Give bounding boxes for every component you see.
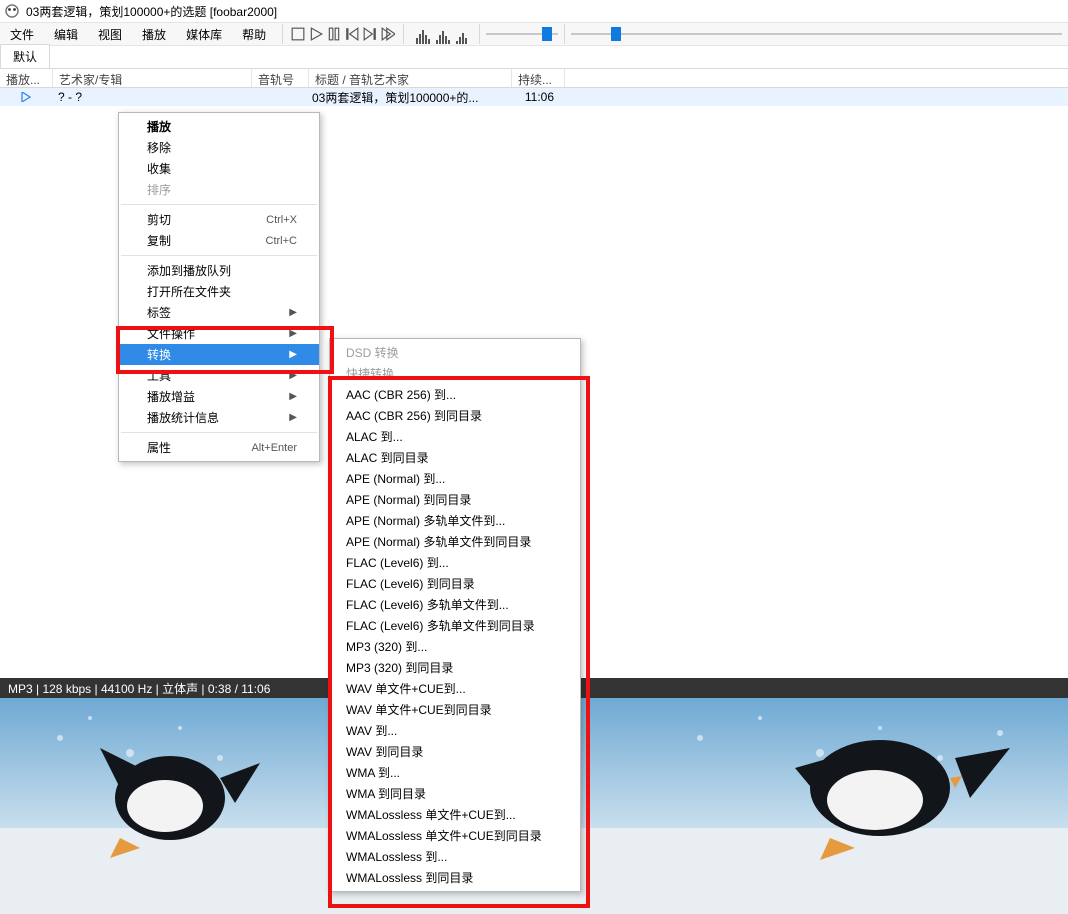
submenu-item[interactable]: WAV 到同目录 xyxy=(330,741,580,762)
random-button[interactable] xyxy=(379,25,397,43)
col-playing[interactable]: 播放... xyxy=(0,69,53,87)
col-trackno[interactable]: 音轨号 xyxy=(252,69,309,87)
submenu-item[interactable]: WMA 到同目录 xyxy=(330,783,580,804)
now-playing-icon xyxy=(19,90,33,104)
submenu-item[interactable]: AAC (CBR 256) 到... xyxy=(330,384,580,405)
menu-playback[interactable]: 播放 xyxy=(132,23,176,46)
toolbar-separator xyxy=(479,24,480,44)
submenu-item[interactable]: WMALossless 到... xyxy=(330,846,580,867)
cell-duration: 11:06 xyxy=(508,89,560,105)
submenu-item[interactable]: APE (Normal) 到同目录 xyxy=(330,489,580,510)
submenu-item[interactable]: FLAC (Level6) 到... xyxy=(330,552,580,573)
prev-button[interactable] xyxy=(343,25,361,43)
ctx-item[interactable]: 剪切Ctrl+X xyxy=(119,209,319,230)
submenu-item[interactable]: APE (Normal) 多轨单文件到... xyxy=(330,510,580,531)
submenu-item[interactable]: FLAC (Level6) 多轨单文件到同目录 xyxy=(330,615,580,636)
submenu-item[interactable]: WMALossless 到同目录 xyxy=(330,867,580,888)
toolbar-separator xyxy=(564,24,565,44)
playlist-row[interactable]: ? - ? 03两套逻辑，策划100000+的... 11:06 xyxy=(0,88,1068,106)
submenu-item[interactable]: MP3 (320) 到... xyxy=(330,636,580,657)
ctx-item[interactable]: 打开所在文件夹 xyxy=(119,281,319,302)
submenu-item[interactable]: WAV 单文件+CUE到... xyxy=(330,678,580,699)
submenu-item[interactable]: ALAC 到同目录 xyxy=(330,447,580,468)
cell-trackno xyxy=(250,96,306,98)
menu-view[interactable]: 视图 xyxy=(88,23,132,46)
submenu-item[interactable]: ALAC 到... xyxy=(330,426,580,447)
submenu-item: 快捷转换 xyxy=(330,363,580,384)
ctx-item[interactable]: 播放增益▶ xyxy=(119,386,319,407)
submenu-item: DSD 转换 xyxy=(330,342,580,363)
menu-help[interactable]: 帮助 xyxy=(232,23,276,46)
col-duration[interactable]: 持续... xyxy=(512,69,565,87)
menu-edit[interactable]: 编辑 xyxy=(44,23,88,46)
convert-submenu: DSD 转换快捷转换AAC (CBR 256) 到...AAC (CBR 256… xyxy=(329,338,581,892)
submenu-item[interactable]: WMALossless 单文件+CUE到... xyxy=(330,804,580,825)
play-button[interactable] xyxy=(307,25,325,43)
ctx-item[interactable]: 添加到播放队列 xyxy=(119,260,319,281)
toolbar-separator xyxy=(282,24,283,44)
ctx-item[interactable]: 播放 xyxy=(119,116,319,137)
ctx-item[interactable]: 属性Alt+Enter xyxy=(119,437,319,458)
ctx-item[interactable]: 复制Ctrl+C xyxy=(119,230,319,251)
ctx-item: 排序 xyxy=(119,179,319,200)
title-bar: 03两套逻辑，策划100000+的选题 [foobar2000] xyxy=(0,0,1068,22)
chevron-right-icon: ▶ xyxy=(289,391,297,402)
next-button[interactable] xyxy=(361,25,379,43)
submenu-item[interactable]: FLAC (Level6) 到同目录 xyxy=(330,573,580,594)
seek-slider[interactable] xyxy=(571,24,1062,44)
submenu-item[interactable]: MP3 (320) 到同目录 xyxy=(330,657,580,678)
col-artist-album[interactable]: 艺术家/专辑 xyxy=(53,69,252,87)
stop-button[interactable] xyxy=(289,25,307,43)
context-menu: 播放移除收集排序剪切Ctrl+X复制Ctrl+C 添加到播放队列打开所在文件夹标签… xyxy=(118,112,320,462)
playlist-tab-default[interactable]: 默认 xyxy=(0,44,50,68)
playlist-columns: 播放... 艺术家/专辑 音轨号 标题 / 音轨艺术家 持续... xyxy=(0,69,1068,88)
chevron-right-icon: ▶ xyxy=(289,412,297,423)
ctx-item[interactable]: 工具▶ xyxy=(119,365,319,386)
pause-button[interactable] xyxy=(325,25,343,43)
visualization-icon[interactable] xyxy=(416,24,467,44)
submenu-item[interactable]: WAV 单文件+CUE到同目录 xyxy=(330,699,580,720)
chevron-right-icon: ▶ xyxy=(289,307,297,318)
menu-library[interactable]: 媒体库 xyxy=(176,23,232,46)
window-title: 03两套逻辑，策划100000+的选题 [foobar2000] xyxy=(26,3,277,20)
status-text: MP3 | 128 kbps | 44100 Hz | 立体声 | 0:38 /… xyxy=(8,680,270,697)
ctx-item[interactable]: 文件操作▶ xyxy=(119,323,319,344)
ctx-item[interactable]: 标签▶ xyxy=(119,302,319,323)
ctx-item[interactable]: 移除 xyxy=(119,137,319,158)
submenu-item[interactable]: FLAC (Level6) 多轨单文件到... xyxy=(330,594,580,615)
ctx-item[interactable]: 播放统计信息▶ xyxy=(119,407,319,428)
submenu-item[interactable]: APE (Normal) 多轨单文件到同目录 xyxy=(330,531,580,552)
app-logo-icon xyxy=(4,3,20,19)
ctx-item[interactable]: 转换▶ xyxy=(119,344,319,365)
menu-file[interactable]: 文件 xyxy=(0,23,44,46)
playlist-tab-bar: 默认 xyxy=(0,46,1068,69)
cell-artist-album: ? - ? xyxy=(52,89,250,105)
toolbar-separator xyxy=(403,24,404,44)
submenu-item[interactable]: WAV 到... xyxy=(330,720,580,741)
col-title[interactable]: 标题 / 音轨艺术家 xyxy=(309,69,512,87)
chevron-right-icon: ▶ xyxy=(289,328,297,339)
menu-bar: 文件 编辑 视图 播放 媒体库 帮助 xyxy=(0,22,1068,46)
submenu-item[interactable]: APE (Normal) 到... xyxy=(330,468,580,489)
submenu-item[interactable]: WMA 到... xyxy=(330,762,580,783)
chevron-right-icon: ▶ xyxy=(289,349,297,360)
cell-title: 03两套逻辑，策划100000+的... xyxy=(306,88,508,107)
chevron-right-icon: ▶ xyxy=(289,370,297,381)
submenu-item[interactable]: WMALossless 单文件+CUE到同目录 xyxy=(330,825,580,846)
ctx-item[interactable]: 收集 xyxy=(119,158,319,179)
submenu-item[interactable]: AAC (CBR 256) 到同目录 xyxy=(330,405,580,426)
volume-slider[interactable] xyxy=(486,24,558,44)
